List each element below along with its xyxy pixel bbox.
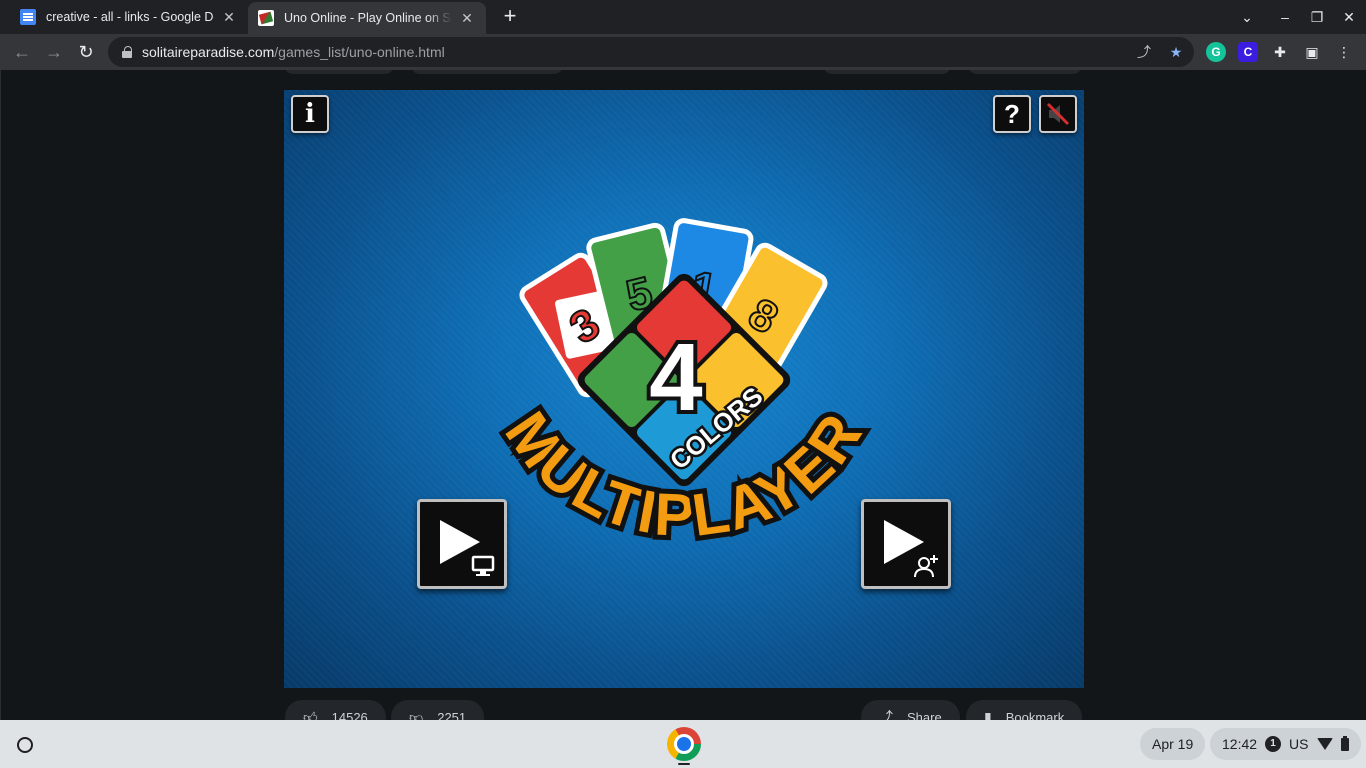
play-multiplayer-button[interactable] xyxy=(861,499,951,589)
play-vs-computer-button[interactable] xyxy=(417,499,507,589)
menu-kebab-icon[interactable]: ⋮ xyxy=(1334,42,1354,62)
bookmark-icon: ▮ xyxy=(984,708,992,721)
close-window-button[interactable]: ✕ xyxy=(1338,6,1360,28)
running-indicator xyxy=(678,763,690,765)
game-logo: 3 5 1 8 4 COLORS MULTIPLAYER xyxy=(487,218,878,554)
reload-button[interactable]: ↻ xyxy=(73,39,99,65)
new-tab-button[interactable]: + xyxy=(498,4,522,28)
tab-strip: creative - all - links - Google Docs ✕ U… xyxy=(0,0,1366,34)
top-pill[interactable] xyxy=(284,70,394,74)
extension-c-icon[interactable]: C xyxy=(1238,42,1258,62)
top-pill[interactable] xyxy=(968,70,1082,74)
chrome-app-icon[interactable] xyxy=(667,727,701,761)
logo-number: 4 xyxy=(649,324,702,431)
tab-title: Uno Online - Play Online on SolitairePar… xyxy=(284,11,452,25)
top-pill[interactable] xyxy=(823,70,951,74)
status-tray[interactable]: 12:42 1 US xyxy=(1210,728,1361,760)
date-text: Apr 19 xyxy=(1152,736,1194,752)
url-text[interactable]: solitaireparadise.com/games_list/uno-onl… xyxy=(142,44,445,60)
share-button[interactable]: ⤴ Share xyxy=(861,700,960,720)
back-button[interactable]: ← xyxy=(9,39,35,65)
speaker-muted-icon xyxy=(1046,102,1070,126)
keyboard-layout: US xyxy=(1289,736,1309,752)
minimize-button[interactable]: – xyxy=(1274,6,1296,28)
lock-icon[interactable] xyxy=(122,46,132,58)
bookmark-button[interactable]: ▮ Bookmark xyxy=(966,700,1083,721)
like-count: 14526 xyxy=(331,709,368,721)
share-icon: ⤴ xyxy=(879,709,893,720)
thumbs-up-icon: 👍︎ xyxy=(303,708,318,721)
dislike-count: 2251 xyxy=(437,709,467,721)
mute-sound-button[interactable] xyxy=(1039,95,1077,133)
date-tray[interactable]: Apr 19 xyxy=(1140,728,1206,760)
google-docs-icon xyxy=(20,9,36,25)
computer-monitor-icon xyxy=(471,555,495,576)
notification-count-badge: 1 xyxy=(1265,736,1282,752)
tab-uno-online[interactable]: Uno Online - Play Online on SolitairePar… xyxy=(248,2,486,34)
help-button[interactable]: ? xyxy=(993,95,1031,133)
extensions-puzzle-icon[interactable]: ✚ xyxy=(1270,42,1290,62)
close-icon[interactable]: ✕ xyxy=(220,9,238,26)
web-page: i ? 3 5 1 8 4 COLORS MULTIPLAYER 👍︎ 1452… xyxy=(0,70,1366,720)
time-text: 12:42 xyxy=(1222,736,1258,752)
browser-toolbar: ← → ↻ solitaireparadise.com/games_list/u… xyxy=(0,34,1366,70)
share-label: Share xyxy=(907,709,942,721)
side-panel-icon[interactable]: ▣ xyxy=(1302,42,1322,62)
top-pill[interactable] xyxy=(411,70,563,74)
like-button[interactable]: 👍︎ 14526 xyxy=(285,700,386,720)
share-icon[interactable]: ⤴ xyxy=(1134,42,1154,62)
tab-google-docs[interactable]: creative - all - links - Google Docs ✕ xyxy=(10,2,248,32)
bookmark-star-icon[interactable]: ★ xyxy=(1166,42,1186,62)
forward-button[interactable]: → xyxy=(41,39,67,65)
dislike-button[interactable]: 👎︎ 2251 xyxy=(391,700,485,721)
add-player-icon xyxy=(914,555,938,578)
info-button[interactable]: i xyxy=(291,95,329,133)
restore-button[interactable]: ❐ xyxy=(1306,6,1328,28)
chromeos-shelf: Apr 19 12:42 1 US xyxy=(0,720,1366,768)
game-canvas[interactable]: i ? 3 5 1 8 4 COLORS MULTIPLAYER xyxy=(284,90,1084,688)
grammarly-extension-icon[interactable]: G xyxy=(1206,42,1226,62)
tab-title: creative - all - links - Google Docs xyxy=(46,10,214,24)
wifi-icon xyxy=(1316,738,1333,750)
address-bar[interactable]: solitaireparadise.com/games_list/uno-onl… xyxy=(108,37,1194,67)
bookmark-label: Bookmark xyxy=(1005,709,1065,721)
tab-search-icon[interactable]: ⌄ xyxy=(1236,6,1258,28)
launcher-button[interactable] xyxy=(8,728,40,760)
solitaire-paradise-icon xyxy=(258,10,274,26)
close-icon[interactable]: ✕ xyxy=(458,10,476,27)
battery-icon xyxy=(1340,735,1349,751)
thumbs-down-icon: 👎︎ xyxy=(409,708,424,721)
